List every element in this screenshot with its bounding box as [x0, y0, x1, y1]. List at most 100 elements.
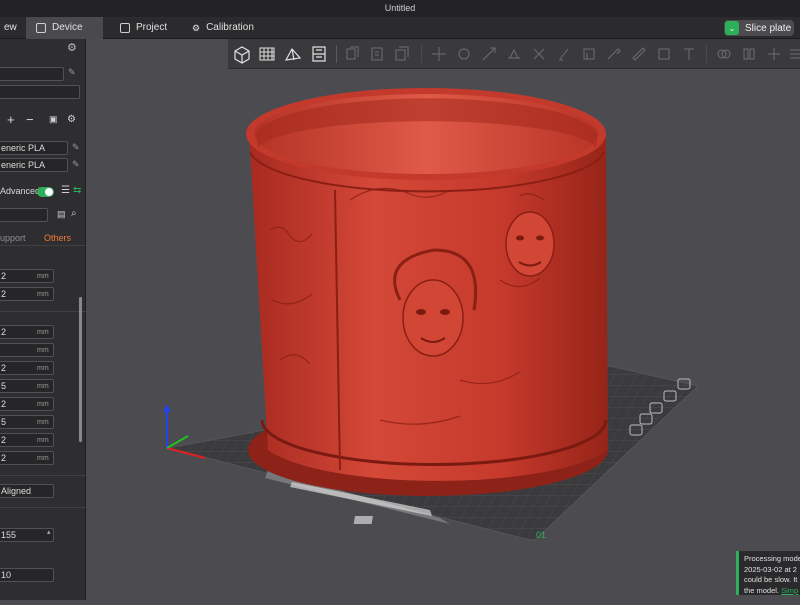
tab-calibration[interactable]: ⚙ Calibration	[182, 17, 264, 39]
plate-split-icon[interactable]	[308, 43, 330, 65]
unit-label: mm	[37, 329, 49, 336]
cut-icon[interactable]	[528, 43, 550, 65]
divider	[0, 245, 86, 246]
sync-icon[interactable]: ▣	[49, 114, 58, 125]
tab-others[interactable]: Others	[44, 233, 71, 243]
filament-2-label: eneric PLA	[1, 160, 46, 170]
color-paint-icon[interactable]	[603, 43, 625, 65]
list-icon[interactable]: ☰	[61, 185, 70, 196]
filament-settings-icon[interactable]: ⚙	[67, 114, 76, 125]
seam-position-select[interactable]: Aligned	[0, 484, 54, 498]
top-nav-bar: ew Device Project ⚙ Calibration ⌄ Slice …	[0, 17, 800, 39]
split-parts-icon[interactable]	[763, 43, 785, 65]
3d-viewport[interactable]: 01	[86, 70, 800, 600]
viewport-toolbar	[228, 39, 800, 69]
tab-label: Project	[136, 22, 168, 33]
simplify-link[interactable]: Simp	[781, 586, 798, 595]
filament-1-select[interactable]: eneric PLA	[0, 141, 68, 155]
unit-label: mm	[37, 273, 49, 280]
bottom-value-field[interactable]: 10	[0, 568, 54, 582]
title-bar: Untitled	[0, 0, 800, 17]
unit-label: mm	[37, 347, 49, 354]
tab-label: Calibration	[206, 22, 254, 33]
lay-on-face-icon[interactable]	[503, 43, 525, 65]
remove-filament-icon[interactable]: −	[26, 112, 34, 127]
orient-icon[interactable]	[282, 43, 304, 65]
notification-line: could be slow. It	[744, 575, 798, 584]
toolbar-separator	[706, 45, 707, 63]
compare-icon[interactable]: ⇆	[73, 185, 81, 196]
boolean-icon[interactable]	[713, 43, 735, 65]
unit-label: mm	[37, 455, 49, 462]
paste-icon[interactable]	[366, 43, 388, 65]
search-icon[interactable]: ⌕	[71, 208, 77, 219]
plate-number: 01	[536, 530, 546, 540]
slice-plate-button[interactable]: ⌄ Slice plate	[724, 20, 794, 36]
seam-paint-icon[interactable]	[578, 43, 600, 65]
unit-label: mm	[37, 365, 49, 372]
cup-model[interactable]	[246, 88, 608, 496]
setting-value: 2	[1, 327, 7, 337]
unit-label: mm	[37, 291, 49, 298]
move-icon[interactable]	[428, 43, 450, 65]
unit-label: mm	[37, 437, 49, 444]
divider	[0, 507, 86, 508]
slice-dropdown-icon[interactable]: ⌄	[725, 21, 739, 35]
number-stepper[interactable]: 155	[0, 528, 54, 542]
scene-canvas[interactable]: 01	[86, 70, 800, 600]
add-filament-icon[interactable]: +	[7, 112, 15, 127]
stepper-arrows-icon[interactable]: ▴	[47, 528, 51, 536]
search-settings-input[interactable]	[0, 208, 48, 222]
sidebar-scrollbar[interactable]	[79, 297, 82, 442]
tab-device[interactable]: Device	[26, 17, 103, 39]
unit-label: mm	[37, 383, 49, 390]
slice-plate-label: Slice plate	[745, 22, 792, 34]
filament-2-select[interactable]: eneric PLA	[0, 158, 68, 172]
tab-support[interactable]: upport	[0, 233, 26, 243]
folder-icon[interactable]: ▤	[57, 209, 66, 220]
toolbar-separator	[421, 45, 422, 63]
edit-icon[interactable]: ✎	[68, 67, 76, 78]
notification-line: the model.	[744, 585, 780, 595]
tab-prepare[interactable]: ew	[0, 17, 26, 39]
divider	[0, 475, 86, 476]
text-tool-icon[interactable]	[678, 43, 700, 65]
plate-type-select[interactable]	[0, 85, 80, 99]
tab-label: Device	[52, 22, 83, 33]
tab-label: ew	[4, 22, 17, 33]
processing-notification: Processing mode 2025-03-02 at 2 could be…	[736, 551, 800, 595]
assembly-icon[interactable]	[653, 43, 675, 65]
unit-label: mm	[37, 419, 49, 426]
setting-value: 5	[1, 417, 7, 427]
copy-icon[interactable]	[341, 43, 363, 65]
variable-layer-icon[interactable]	[784, 43, 800, 65]
add-cube-icon[interactable]	[231, 43, 253, 65]
tab-project[interactable]: Project	[110, 17, 177, 39]
filament-1-label: eneric PLA	[1, 143, 46, 153]
grid-arrange-icon[interactable]	[256, 43, 278, 65]
setting-value: 2	[1, 453, 7, 463]
printer-select[interactable]	[0, 67, 64, 81]
split-objects-icon[interactable]	[738, 43, 760, 65]
stepper-value: 155	[1, 530, 17, 540]
notification-line: 2025-03-02 at 2	[744, 564, 797, 574]
edit-icon[interactable]: ✎	[72, 159, 80, 170]
bottom-value: 10	[1, 570, 12, 580]
device-icon	[36, 23, 46, 33]
support-paint-icon[interactable]	[553, 43, 575, 65]
scale-icon[interactable]	[478, 43, 500, 65]
settings-icon[interactable]: ⚙	[67, 41, 77, 54]
seam-value: Aligned	[1, 486, 32, 496]
setting-value: 2	[1, 271, 7, 281]
setting-value: 2	[1, 435, 7, 445]
unit-label: mm	[37, 401, 49, 408]
duplicate-icon[interactable]	[391, 43, 413, 65]
rotate-icon[interactable]	[453, 43, 475, 65]
measure-icon[interactable]	[628, 43, 650, 65]
edit-icon[interactable]: ✎	[72, 142, 80, 153]
advanced-toggle[interactable]	[37, 187, 54, 197]
setting-value: 2	[1, 289, 7, 299]
project-icon	[120, 23, 130, 33]
settings-sidebar: ⚙ ✎ + − ▣ ⚙ eneric PLA ✎ eneric PLA ✎ Ad…	[0, 39, 86, 600]
divider	[0, 311, 86, 312]
